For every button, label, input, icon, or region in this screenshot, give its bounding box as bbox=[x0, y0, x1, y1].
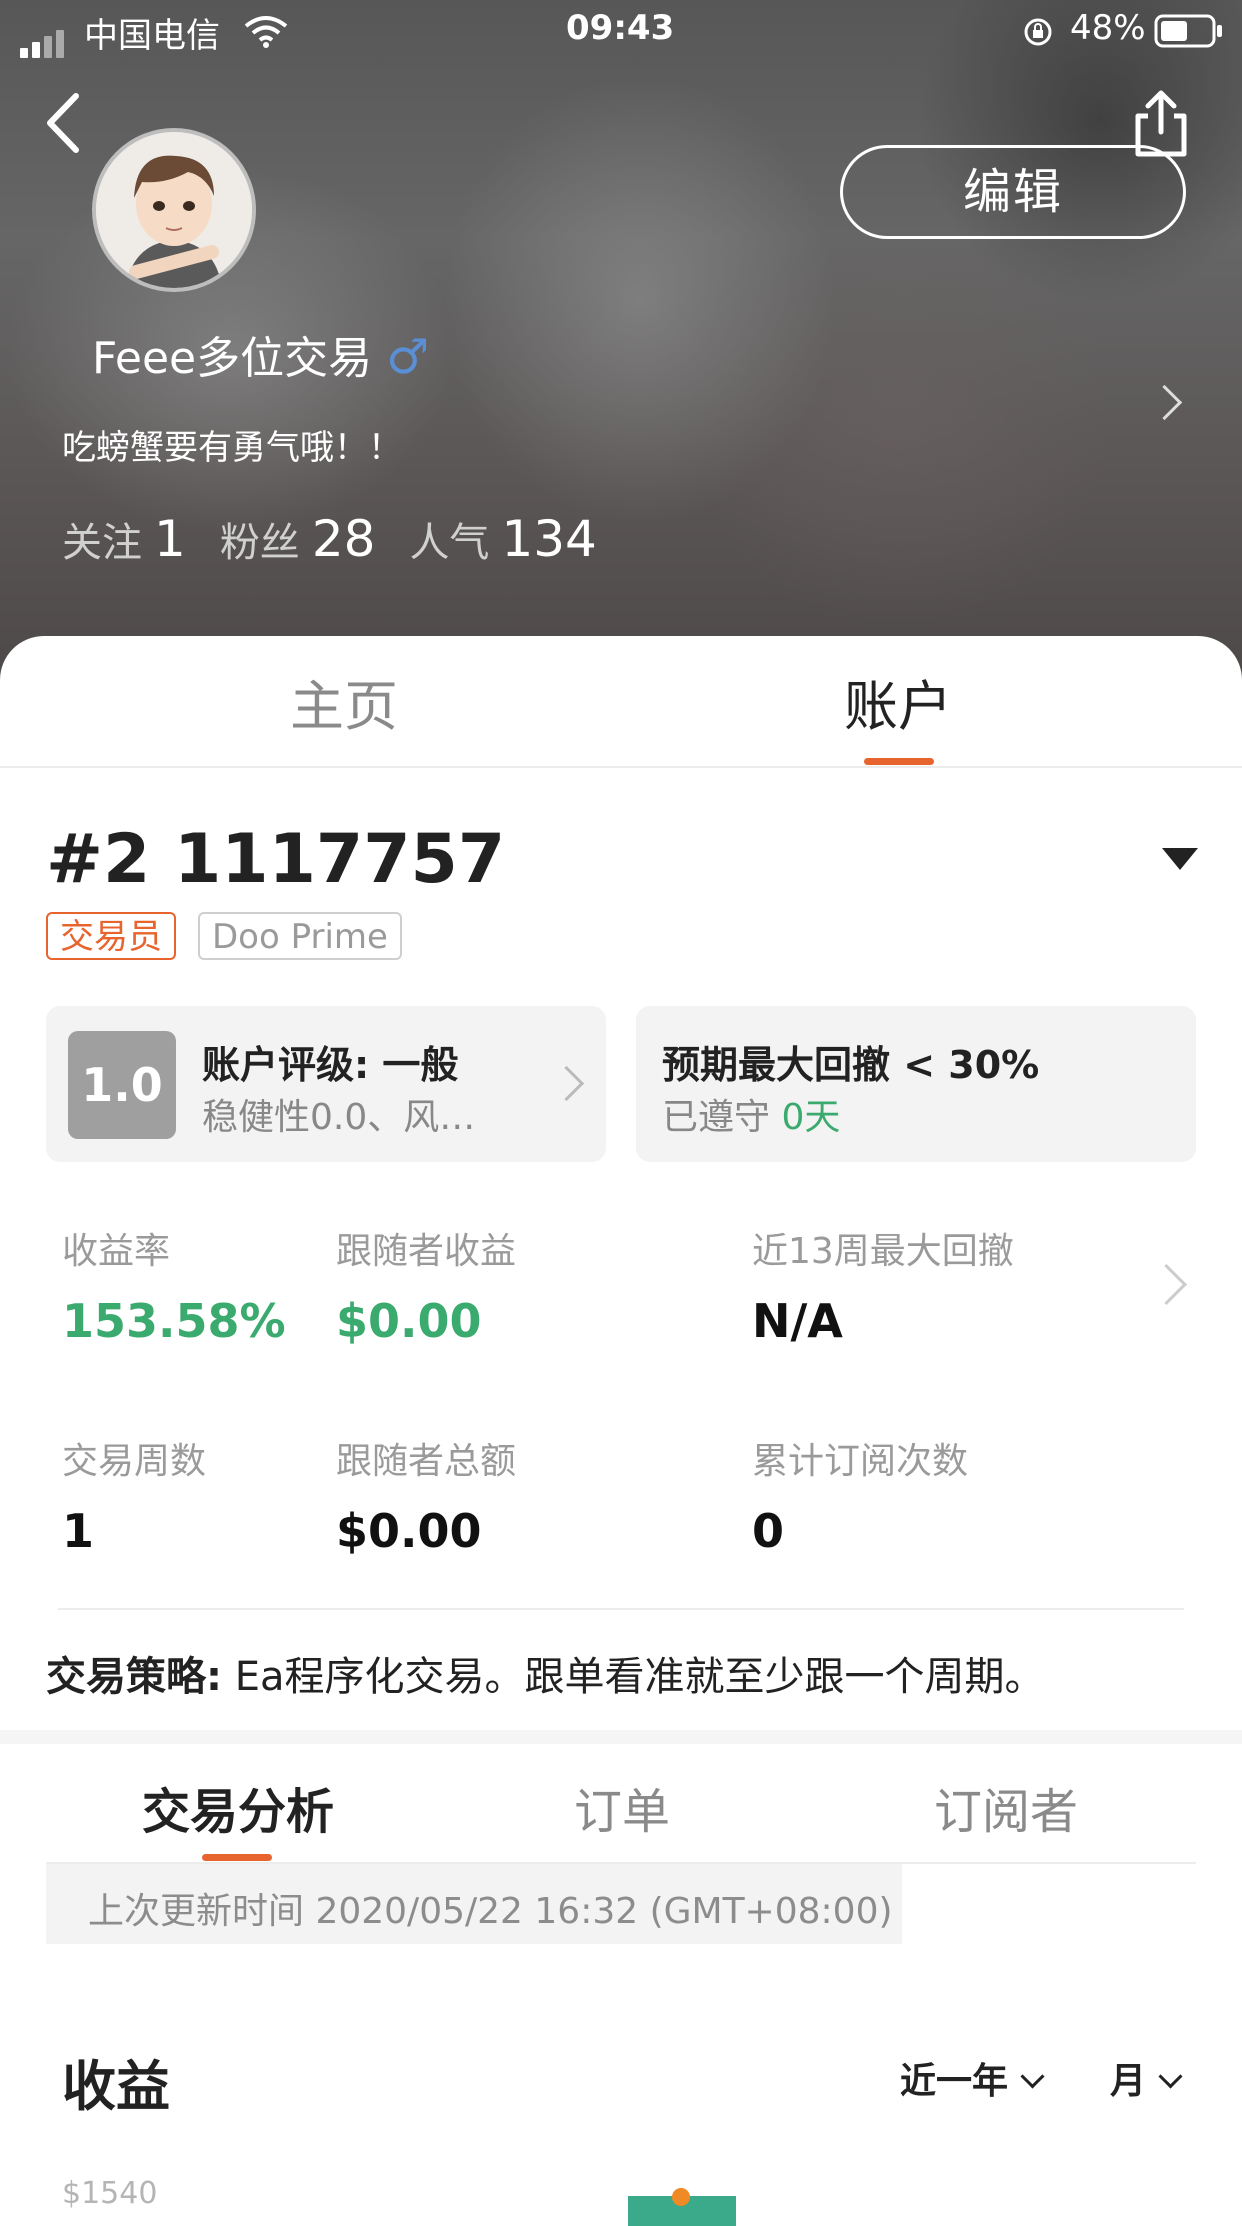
rating-chevron-icon bbox=[548, 1065, 585, 1102]
tab-subscribers[interactable]: 订阅者 bbox=[934, 1772, 1078, 1842]
compliance-label: 已遵守 bbox=[662, 1097, 771, 1138]
following-stat[interactable]: 关注 1 bbox=[62, 510, 220, 568]
subscriptions-label: 累计订阅次数 bbox=[752, 1441, 969, 1482]
profile-nickname: Feee多位交易 ♂ bbox=[92, 322, 429, 386]
tab-active-indicator bbox=[864, 758, 934, 765]
subtab-active-indicator bbox=[202, 1854, 272, 1861]
edit-profile-button[interactable]: 编辑 bbox=[840, 145, 1186, 239]
chart-y-tick: $1540 bbox=[62, 2176, 158, 2211]
period-value: 月 bbox=[1110, 2061, 1147, 2102]
strategy-text: Ea程序化交易。跟单看准就至少跟一个周期。 bbox=[222, 1654, 1045, 1700]
follower-total-label: 跟随者总额 bbox=[336, 1441, 517, 1482]
popularity-stat: 人气 134 bbox=[409, 510, 630, 568]
trading-strategy: 交易策略: Ea程序化交易。跟单看准就至少跟一个周期。 bbox=[46, 1644, 1045, 1702]
follower-total-value: $0.00 bbox=[336, 1504, 482, 1558]
rating-title: 账户评级: 一般 bbox=[202, 1043, 459, 1087]
rating-detail: 稳健性0.0、风… bbox=[202, 1097, 476, 1138]
tab-trade-analysis[interactable]: 交易分析 bbox=[142, 1772, 334, 1842]
wifi-icon bbox=[244, 16, 288, 48]
chevron-down-icon bbox=[1158, 2064, 1183, 2089]
follower-profit-label: 跟随者收益 bbox=[336, 1231, 517, 1272]
expected-drawdown-title: 预期最大回撤 < 30% bbox=[662, 1043, 1040, 1087]
subscriptions-value: 0 bbox=[752, 1504, 785, 1558]
tabs-divider bbox=[0, 766, 1242, 768]
account-number: #2 1117757 bbox=[46, 820, 506, 899]
profile-bio: 吃螃蟹要有勇气哦！！ bbox=[62, 428, 402, 468]
period-select[interactable]: 月 bbox=[1110, 2052, 1183, 2104]
account-switch-dropdown-icon[interactable] bbox=[1162, 848, 1198, 870]
carrier-name: 中国电信 bbox=[84, 16, 220, 56]
profit-section-title: 收益 bbox=[62, 2055, 170, 2118]
broker-tag: Doo Prime bbox=[198, 912, 402, 960]
avatar[interactable] bbox=[92, 128, 256, 292]
follower-profit-value: $0.00 bbox=[336, 1294, 482, 1348]
avatar-image bbox=[96, 132, 252, 288]
followers-count: 28 bbox=[311, 510, 376, 568]
return-rate-label: 收益率 bbox=[62, 1231, 171, 1272]
metrics-divider bbox=[58, 1608, 1184, 1610]
tab-orders[interactable]: 订单 bbox=[574, 1772, 670, 1842]
popularity-count: 134 bbox=[501, 510, 597, 568]
expected-drawdown-card: 预期最大回撤 < 30% 已遵守 0天 bbox=[636, 1006, 1196, 1162]
following-count: 1 bbox=[154, 510, 186, 568]
male-gender-icon: ♂ bbox=[386, 329, 430, 385]
tab-home[interactable]: 主页 bbox=[290, 662, 398, 741]
tab-account[interactable]: 账户 bbox=[844, 662, 952, 741]
compliance-value: 0天 bbox=[781, 1097, 841, 1138]
chevron-down-icon bbox=[1020, 2064, 1045, 2089]
time-range-value: 近一年 bbox=[900, 2061, 1009, 2102]
followers-stat[interactable]: 粉丝 28 bbox=[219, 510, 410, 568]
last-updated-text: 上次更新时间 2020/05/22 16:32 (GMT+08:00) bbox=[88, 1891, 893, 1932]
battery-icon bbox=[1154, 14, 1222, 48]
following-label: 关注 bbox=[62, 520, 142, 566]
chevron-left-icon bbox=[47, 93, 79, 153]
max-drawdown-value: N/A bbox=[752, 1294, 843, 1348]
nickname-text: Feee多位交易 bbox=[92, 333, 373, 384]
popularity-label: 人气 bbox=[409, 520, 490, 566]
trading-weeks-label: 交易周数 bbox=[62, 1441, 207, 1482]
compliance-days: 已遵守 0天 bbox=[662, 1088, 840, 1140]
time-range-select[interactable]: 近一年 bbox=[900, 2052, 1045, 2104]
clock: 09:43 bbox=[566, 8, 675, 48]
chart-marker bbox=[672, 2188, 690, 2206]
max-drawdown-label: 近13周最大回撤 bbox=[752, 1231, 1014, 1272]
strategy-label: 交易策略: bbox=[46, 1654, 222, 1700]
return-rate-value: 153.58% bbox=[62, 1294, 286, 1348]
followers-label: 粉丝 bbox=[219, 520, 300, 566]
back-button[interactable] bbox=[30, 88, 100, 158]
trading-weeks-value: 1 bbox=[62, 1504, 95, 1558]
profile-stats: 关注 1 粉丝 28 人气 134 bbox=[62, 510, 631, 568]
account-rating-card[interactable]: 1.0 账户评级: 一般 稳健性0.0、风… bbox=[46, 1006, 606, 1162]
section-separator bbox=[0, 1730, 1242, 1744]
cellular-signal-icon bbox=[20, 18, 68, 58]
rating-score-badge: 1.0 bbox=[68, 1031, 176, 1139]
battery-percent: 48% bbox=[1070, 8, 1146, 48]
trader-tag: 交易员 bbox=[46, 912, 176, 960]
rotation-lock-icon bbox=[1024, 18, 1052, 46]
last-updated-bar: 上次更新时间 2020/05/22 16:32 (GMT+08:00) bbox=[46, 1864, 902, 1944]
